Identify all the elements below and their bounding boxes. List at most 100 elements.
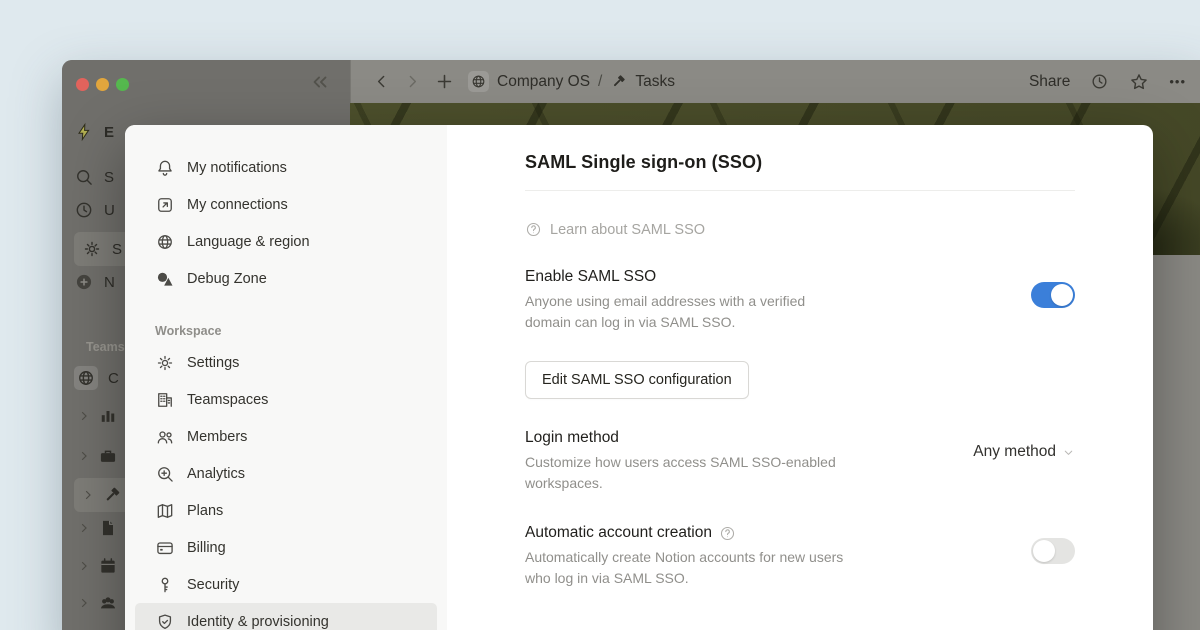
breadcrumb: Company OS / Tasks bbox=[468, 71, 675, 92]
history-clock-icon[interactable] bbox=[1090, 72, 1109, 91]
gear-icon bbox=[155, 353, 175, 373]
app-window: E S U S N Teams C bbox=[62, 60, 1200, 630]
chevron-right-icon bbox=[82, 489, 94, 501]
auto-account-heading: Automatic account creation bbox=[525, 524, 712, 542]
hammer-icon bbox=[102, 485, 122, 505]
hammer-icon bbox=[610, 73, 627, 90]
sidebar-item-search[interactable]: S bbox=[74, 167, 114, 187]
share-button[interactable]: Share bbox=[1029, 73, 1070, 91]
globe-icon bbox=[155, 232, 175, 252]
settings-sidebar: My notifications My connections Language… bbox=[125, 125, 447, 630]
credit-card-icon bbox=[155, 538, 175, 558]
favorite-star-icon[interactable] bbox=[1129, 72, 1149, 92]
magnifier-plus-icon bbox=[155, 464, 175, 484]
settings-nav-my-notifications[interactable]: My notifications bbox=[135, 149, 437, 186]
sidebar-page-analytics[interactable] bbox=[78, 406, 118, 426]
enable-saml-heading: Enable SAML SSO bbox=[525, 268, 847, 286]
login-method-value: Any method bbox=[973, 443, 1056, 461]
sidebar-item-teamspace[interactable]: C bbox=[74, 366, 119, 390]
sidebar-section-teamspaces: Teams bbox=[86, 340, 125, 354]
settings-nav-debug-zone[interactable]: Debug Zone bbox=[135, 260, 437, 297]
sidebar-page-toolbox[interactable] bbox=[78, 446, 118, 466]
setting-row-auto-account-creation: Automatic account creation Automatically… bbox=[525, 524, 1075, 589]
sidebar-item-updates[interactable]: U bbox=[74, 200, 115, 220]
settings-nav-my-connections[interactable]: My connections bbox=[135, 186, 437, 223]
question-circle-icon[interactable] bbox=[719, 525, 736, 542]
login-method-heading: Login method bbox=[525, 429, 847, 447]
settings-section-workspace: Workspace bbox=[155, 324, 437, 338]
nav-forward-icon[interactable] bbox=[404, 73, 421, 90]
settings-nav-settings[interactable]: Settings bbox=[135, 344, 437, 381]
settings-nav-teamspaces[interactable]: Teamspaces bbox=[135, 381, 437, 418]
sidebar-page-team-directory[interactable] bbox=[78, 593, 118, 613]
bell-icon bbox=[155, 158, 175, 178]
settings-nav-identity-provisioning[interactable]: Identity & provisioning bbox=[135, 603, 437, 630]
more-options-button[interactable]: ••• bbox=[1169, 74, 1186, 89]
chevron-right-icon bbox=[78, 560, 90, 572]
close-window-button[interactable] bbox=[76, 78, 89, 91]
key-icon bbox=[155, 575, 175, 595]
zoom-window-button[interactable] bbox=[116, 78, 129, 91]
sidebar-page-calendar[interactable] bbox=[78, 556, 118, 576]
edit-saml-config-button[interactable]: Edit SAML SSO configuration bbox=[525, 361, 749, 399]
breadcrumb-page[interactable]: Tasks bbox=[635, 73, 675, 91]
arrow-up-right-box-icon bbox=[155, 195, 175, 215]
bar-chart-icon bbox=[98, 406, 118, 426]
settings-nav-plans[interactable]: Plans bbox=[135, 492, 437, 529]
shield-check-icon bbox=[155, 612, 175, 630]
plus-circle-icon bbox=[74, 272, 94, 292]
toggle-knob bbox=[1033, 540, 1055, 562]
chevron-right-icon bbox=[78, 597, 90, 609]
lightning-icon bbox=[74, 122, 94, 142]
page-title: SAML Single sign-on (SSO) bbox=[525, 152, 1075, 173]
chevron-right-icon bbox=[78, 410, 90, 422]
enable-saml-toggle[interactable] bbox=[1031, 282, 1075, 308]
breadcrumb-workspace[interactable]: Company OS bbox=[497, 73, 590, 91]
breadcrumb-separator: / bbox=[598, 73, 602, 91]
settings-nav-billing[interactable]: Billing bbox=[135, 529, 437, 566]
nav-back-icon[interactable] bbox=[373, 73, 390, 90]
setting-row-enable-saml: Enable SAML SSO Anyone using email addre… bbox=[525, 268, 1075, 333]
enable-saml-description: Anyone using email addresses with a veri… bbox=[525, 291, 847, 333]
login-method-description: Customize how users access SAML SSO-enab… bbox=[525, 452, 847, 494]
sidebar-item-new-page[interactable]: N bbox=[74, 272, 115, 292]
workspace-name: E bbox=[104, 124, 114, 141]
chevron-down-icon bbox=[1062, 446, 1075, 459]
question-circle-icon bbox=[525, 221, 542, 238]
search-icon bbox=[74, 167, 94, 187]
new-tab-icon[interactable] bbox=[435, 72, 454, 91]
map-icon bbox=[155, 501, 175, 521]
setting-row-login-method: Login method Customize how users access … bbox=[525, 429, 1075, 494]
minimize-window-button[interactable] bbox=[96, 78, 109, 91]
auto-account-description: Automatically create Notion accounts for… bbox=[525, 547, 847, 589]
building-icon bbox=[155, 390, 175, 410]
teamspace-globe-icon bbox=[74, 366, 98, 390]
shapes-icon bbox=[155, 269, 175, 289]
clock-icon bbox=[74, 200, 94, 220]
toggle-knob bbox=[1051, 284, 1073, 306]
sidebar-page-docs[interactable] bbox=[78, 518, 118, 538]
sidebar-collapse-icon[interactable] bbox=[309, 71, 331, 98]
sidebar-workspace-switcher[interactable]: E bbox=[74, 122, 114, 142]
auto-account-toggle[interactable] bbox=[1031, 538, 1075, 564]
settings-nav-security[interactable]: Security bbox=[135, 566, 437, 603]
workspace-globe-icon bbox=[468, 71, 489, 92]
learn-about-saml-link[interactable]: Learn about SAML SSO bbox=[525, 221, 1075, 238]
settings-content: SAML Single sign-on (SSO) Learn about SA… bbox=[447, 125, 1153, 630]
chevron-right-icon bbox=[78, 450, 90, 462]
login-method-dropdown[interactable]: Any method bbox=[973, 431, 1075, 461]
page-icon bbox=[98, 518, 118, 538]
people-group-icon bbox=[98, 593, 118, 613]
topbar: Company OS / Tasks Share ••• bbox=[350, 60, 1200, 103]
title-divider bbox=[525, 190, 1075, 191]
settings-nav-analytics[interactable]: Analytics bbox=[135, 455, 437, 492]
settings-dialog: My notifications My connections Language… bbox=[125, 125, 1153, 630]
settings-nav-members[interactable]: Members bbox=[135, 418, 437, 455]
gear-icon bbox=[82, 239, 102, 259]
settings-nav-language-region[interactable]: Language & region bbox=[135, 223, 437, 260]
people-icon bbox=[155, 427, 175, 447]
calendar-icon bbox=[98, 556, 118, 576]
traffic-lights bbox=[76, 78, 129, 91]
briefcase-icon bbox=[98, 446, 118, 466]
chevron-right-icon bbox=[78, 522, 90, 534]
